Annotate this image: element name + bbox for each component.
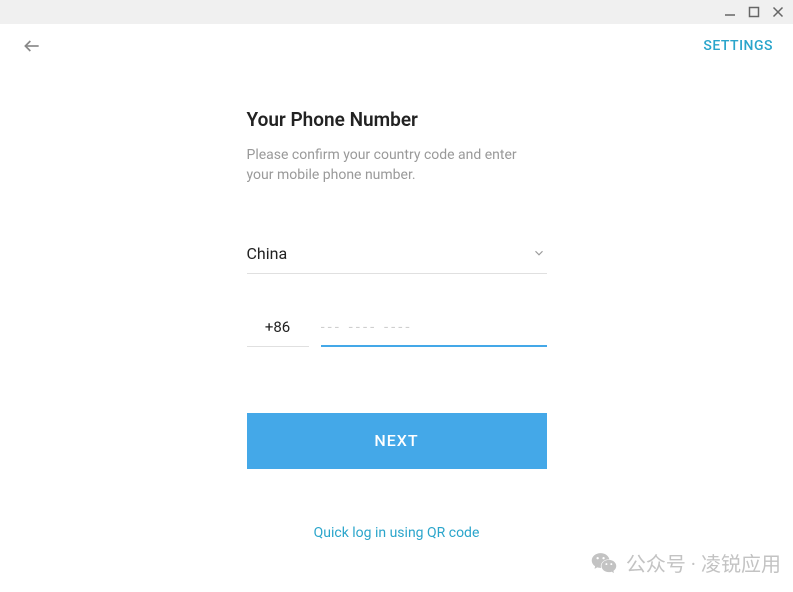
- window-titlebar: [0, 0, 793, 24]
- page-subtitle: Please confirm your country code and ent…: [247, 145, 547, 186]
- minimize-button[interactable]: [723, 5, 737, 19]
- maximize-button[interactable]: [747, 5, 761, 19]
- close-button[interactable]: [771, 5, 785, 19]
- phone-number-input[interactable]: [321, 310, 547, 347]
- country-code-input[interactable]: [247, 310, 309, 347]
- settings-link[interactable]: SETTINGS: [703, 38, 773, 54]
- qr-login-link[interactable]: Quick log in using QR code: [247, 525, 547, 541]
- back-button[interactable]: [20, 34, 44, 58]
- watermark-text: 公众号 · 凌锐应用: [626, 548, 781, 577]
- next-button[interactable]: NEXT: [247, 413, 547, 469]
- country-value: China: [247, 244, 288, 263]
- login-form: Your Phone Number Please confirm your co…: [247, 108, 547, 541]
- watermark: 公众号 · 凌锐应用: [590, 548, 781, 577]
- page-title: Your Phone Number: [247, 108, 547, 131]
- phone-row: [247, 310, 547, 347]
- wechat-icon: [590, 549, 618, 577]
- top-toolbar: SETTINGS: [0, 24, 793, 68]
- chevron-down-icon: [531, 245, 547, 261]
- country-selector[interactable]: China: [247, 236, 547, 274]
